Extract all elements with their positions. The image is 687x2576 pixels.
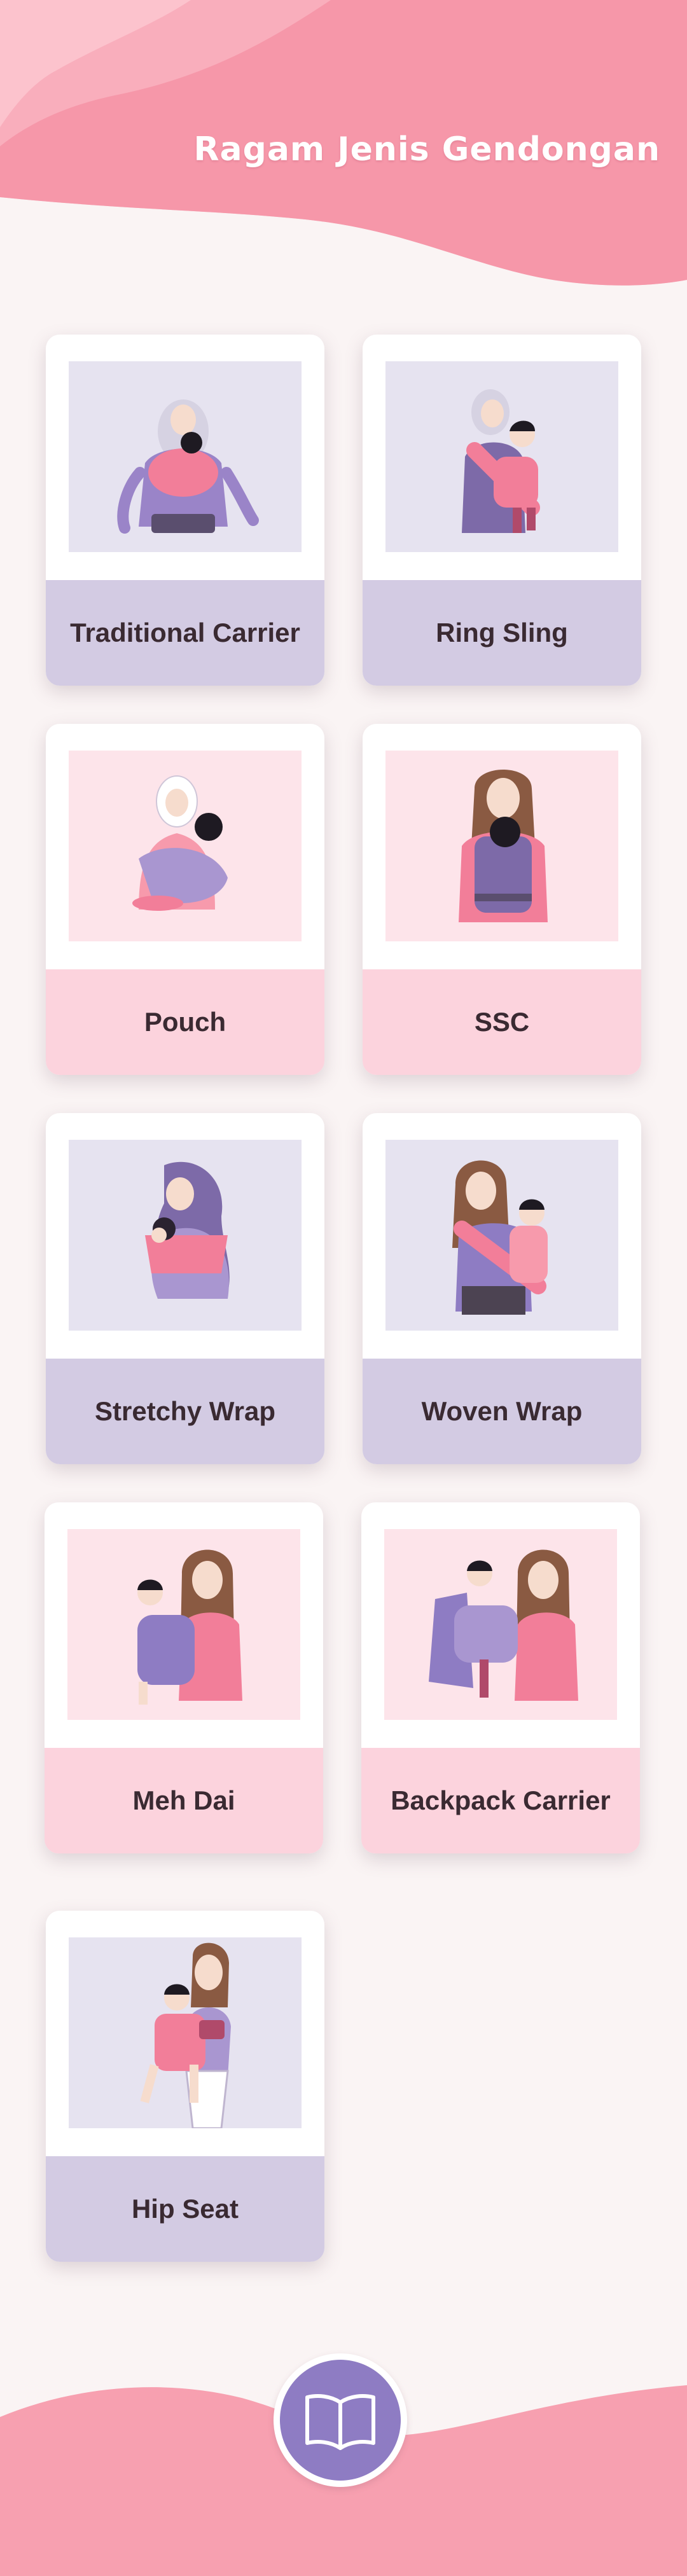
card-label-area: Hip Seat [46, 2156, 324, 2262]
card-label-area: Pouch [46, 969, 324, 1075]
meh-dai-illustration [67, 1529, 300, 1720]
stretchy-wrap-illustration [69, 1140, 302, 1331]
hip-seat-illustration [69, 1937, 302, 2128]
open-book-button[interactable] [274, 2353, 407, 2487]
card-label: SSC [474, 1007, 530, 1037]
card-label-area: Backpack Carrier [361, 1748, 640, 1853]
card-label-area: Traditional Carrier [46, 580, 324, 686]
page-title: Ragam Jenis Gendongan [193, 130, 660, 169]
carrier-card-pouch[interactable]: Pouch [46, 724, 324, 1075]
woven-wrap-illustration [385, 1140, 618, 1331]
card-label-area: Meh Dai [45, 1748, 323, 1853]
card-label: Pouch [144, 1007, 226, 1037]
card-label: Backpack Carrier [391, 1785, 611, 1815]
card-label: Woven Wrap [421, 1396, 583, 1426]
ring-sling-illustration [385, 361, 618, 552]
ssc-illustration [385, 751, 618, 941]
card-label-area: Stretchy Wrap [46, 1359, 324, 1464]
traditional-carrier-illustration [69, 361, 302, 552]
card-label-area: SSC [363, 969, 641, 1075]
carrier-card-meh-dai[interactable]: Meh Dai [45, 1502, 323, 1853]
card-label: Stretchy Wrap [95, 1396, 275, 1426]
card-label: Ring Sling [436, 618, 568, 647]
open-book-icon [280, 2360, 401, 2481]
carrier-card-ring-sling[interactable]: Ring Sling [363, 335, 641, 686]
carrier-card-traditional[interactable]: Traditional Carrier [46, 335, 324, 686]
carrier-card-stretchy-wrap[interactable]: Stretchy Wrap [46, 1113, 324, 1464]
card-label: Traditional Carrier [70, 618, 300, 647]
carrier-card-ssc[interactable]: SSC [363, 724, 641, 1075]
pouch-illustration [69, 751, 302, 941]
carrier-card-woven-wrap[interactable]: Woven Wrap [363, 1113, 641, 1464]
backpack-carrier-illustration [384, 1529, 617, 1720]
carrier-card-hip-seat[interactable]: Hip Seat [46, 1911, 324, 2262]
card-label-area: Woven Wrap [363, 1359, 641, 1464]
card-label-area: Ring Sling [363, 580, 641, 686]
carrier-card-backpack-carrier[interactable]: Backpack Carrier [361, 1502, 640, 1853]
card-label: Meh Dai [132, 1785, 235, 1815]
card-label: Hip Seat [131, 2194, 239, 2224]
